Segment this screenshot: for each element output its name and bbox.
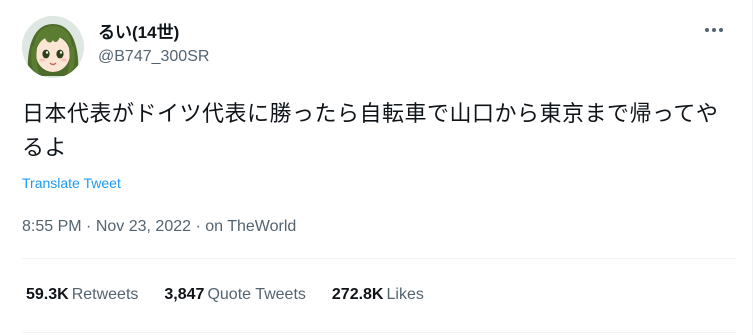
display-name[interactable]: るい(14世) [98, 22, 209, 44]
avatar[interactable] [22, 16, 84, 78]
source-prefix: on [205, 218, 224, 235]
tweet-stats: 59.3K Retweets 3,847 Quote Tweets 272.8K Li… [26, 284, 424, 306]
retweets-label: Retweets [71, 286, 139, 303]
meta-separator: · [86, 218, 92, 235]
tweet-source[interactable]: TheWorld [227, 218, 296, 235]
tweet-text: 日本代表がドイツ代表に勝ったら自転車で山口から東京まで帰ってやるよ [22, 102, 719, 161]
tweet-time[interactable]: 8:55 PM [22, 218, 82, 235]
likes-label: Likes [386, 286, 424, 303]
divider [22, 332, 736, 333]
meta-separator: · [195, 218, 201, 235]
user-info: るい(14世) @B747_300SR [98, 22, 209, 68]
more-horizontal-icon [705, 28, 709, 32]
translate-tweet-link[interactable]: Translate Tweet [22, 175, 121, 191]
anime-avatar-icon [22, 16, 84, 78]
likes-stat[interactable]: 272.8K Likes [332, 284, 424, 306]
quote-tweets-stat[interactable]: 3,847 Quote Tweets [164, 284, 305, 306]
tweet-date[interactable]: Nov 23, 2022 [96, 218, 191, 235]
tweet-detail: るい(14世) @B747_300SR 日本代表がドイツ代表に勝ったら自転車で山… [0, 0, 753, 335]
divider [22, 258, 736, 259]
more-dot [712, 28, 716, 32]
quote-tweets-label: Quote Tweets [207, 286, 306, 303]
likes-count: 272.8K [331, 286, 384, 303]
more-options-button[interactable] [700, 20, 728, 40]
tweet-header: るい(14世) @B747_300SR [22, 16, 736, 78]
tweet-meta: 8:55 PM · Nov 23, 2022 · on TheWorld [22, 216, 296, 238]
quote-tweets-count: 3,847 [164, 286, 205, 303]
more-dot [719, 28, 723, 32]
user-handle[interactable]: @B747_300SR [98, 46, 209, 68]
retweets-stat[interactable]: 59.3K Retweets [26, 284, 138, 306]
retweets-count: 59.3K [26, 286, 69, 303]
